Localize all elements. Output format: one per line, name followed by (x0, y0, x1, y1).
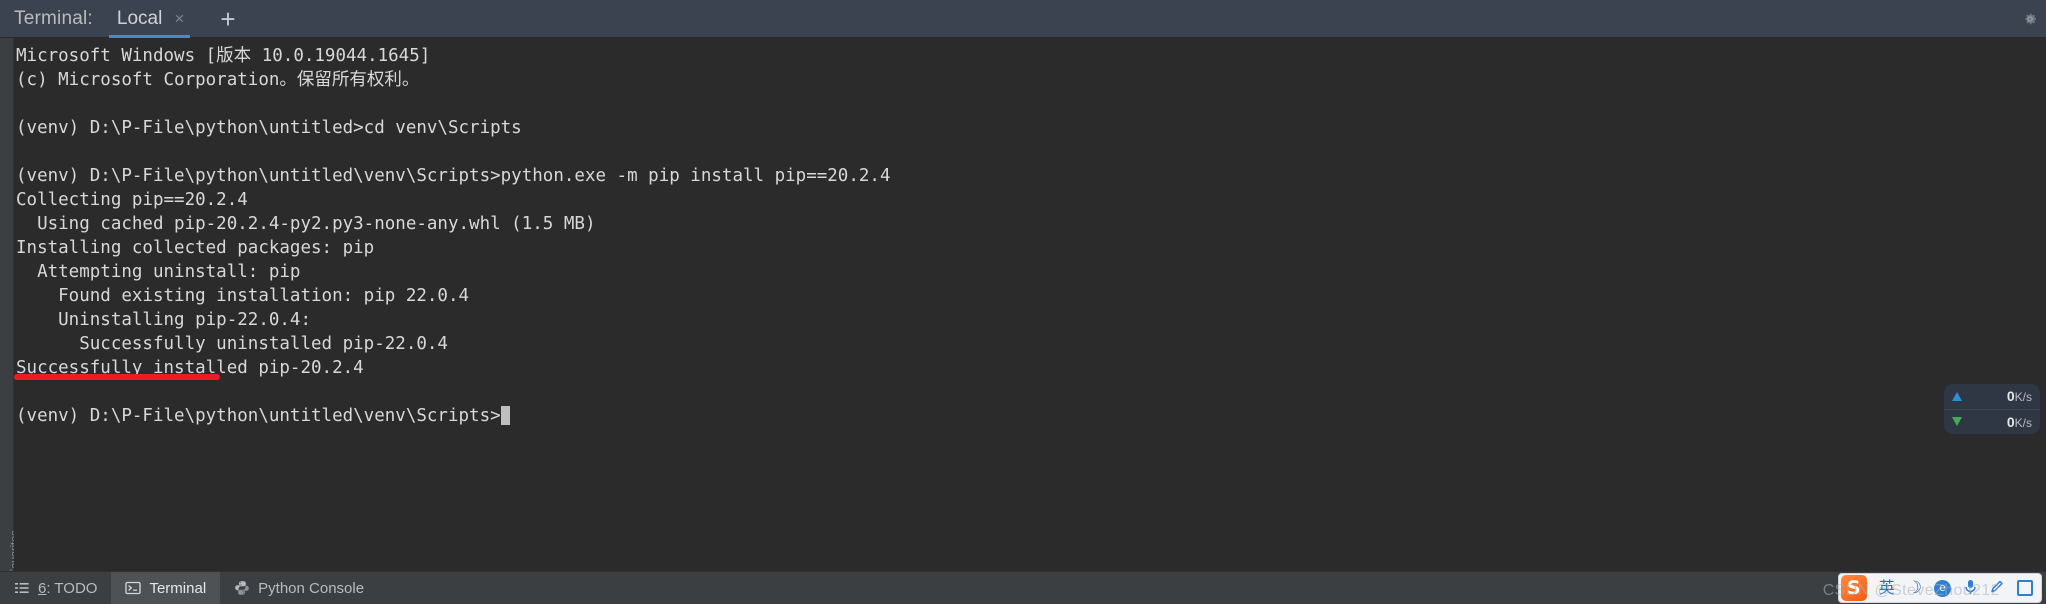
close-icon[interactable]: × (172, 10, 186, 27)
download-speed-row: 0K/s (1944, 408, 2040, 435)
python-icon (235, 581, 249, 595)
red-underline-annotation (14, 374, 220, 380)
up-arrow-icon (1952, 391, 1962, 401)
status-item-terminal-label: Terminal (149, 579, 207, 597)
terminal-tab-local[interactable]: Local × (99, 0, 200, 38)
ime-language-mode[interactable]: 英 (1879, 580, 1895, 596)
terminal-line: Using cached pip-20.2.4-py2.py3-none-any… (16, 214, 596, 234)
gear-icon[interactable] (2022, 11, 2038, 27)
pen-icon[interactable] (1990, 579, 2005, 597)
status-item-python-console-label: Python Console (258, 579, 365, 597)
terminal-icon (125, 581, 142, 595)
ide-terminal-window: Terminal: Local × + 2: Favorites Microso… (0, 0, 2046, 604)
terminal-output-area[interactable]: Microsoft Windows [版本 10.0.19044.1645] (c… (14, 38, 2046, 571)
status-item-terminal[interactable]: Terminal (111, 571, 221, 604)
terminal-line: (venv) D:\P-File\python\untitled>cd venv… (16, 118, 522, 138)
left-tool-strip: 2: Favorites (0, 38, 21, 588)
network-speed-widget[interactable]: 0K/s 0K/s (1944, 384, 2040, 434)
upload-speed-value: 0K/s (2006, 388, 2032, 405)
terminal-line: Collecting pip==20.2.4 (16, 190, 248, 210)
terminal-line: Installing collected packages: pip (16, 238, 375, 258)
keyboard-icon[interactable] (2017, 580, 2033, 596)
terminal-line: (venv) D:\P-File\python\untitled\venv\Sc… (14, 404, 2046, 428)
status-item-todo-label: 6: TODO (38, 579, 98, 597)
tab-label: Local (116, 7, 163, 29)
terminal-tabbar: Terminal: Local × + (0, 0, 2046, 38)
add-tab-icon[interactable]: + (210, 6, 245, 32)
terminal-line: Microsoft Windows [版本 10.0.19044.1645] (16, 46, 431, 66)
tabbar-title: Terminal: (14, 7, 93, 29)
download-speed-value: 0K/s (2006, 413, 2032, 430)
moon-icon[interactable]: ☽ (1907, 579, 1922, 597)
terminal-lines: Microsoft Windows [版本 10.0.19044.1645] (c… (14, 44, 2046, 428)
down-arrow-icon (1952, 417, 1962, 427)
terminal-line: (venv) D:\P-File\python\untitled\venv\Sc… (16, 166, 891, 186)
browser-icon[interactable]: e (1934, 579, 1951, 597)
terminal-line: Successfully installed pip-20.2.4 (16, 358, 364, 378)
microphone-icon[interactable] (1963, 578, 1978, 598)
terminal-line: Successfully uninstalled pip-22.0.4 (16, 334, 448, 354)
status-item-todo[interactable]: 6: TODO (0, 572, 111, 604)
upload-speed-row: 0K/s (1944, 384, 2040, 409)
sogou-logo-icon[interactable]: S (1840, 575, 1867, 601)
status-item-python-console[interactable]: Python Console (220, 572, 378, 604)
tabbar-actions (2022, 11, 2046, 27)
bottom-status-bar: 6: TODO Terminal Python Console S 英 ☽ e (0, 571, 2046, 604)
todo-list-icon (15, 583, 29, 593)
terminal-line: Uninstalling pip-22.0.4: (16, 310, 312, 330)
terminal-line: (c) Microsoft Corporation。保留所有权利。 (16, 70, 420, 90)
terminal-cursor (500, 406, 510, 425)
terminal-line: Attempting uninstall: pip (16, 262, 301, 282)
sogou-ime-toolbar[interactable]: S 英 ☽ e (1837, 573, 2042, 603)
terminal-line: Found existing installation: pip 22.0.4 (16, 286, 470, 306)
statusbar-tray: S 英 ☽ e (1837, 572, 2046, 604)
